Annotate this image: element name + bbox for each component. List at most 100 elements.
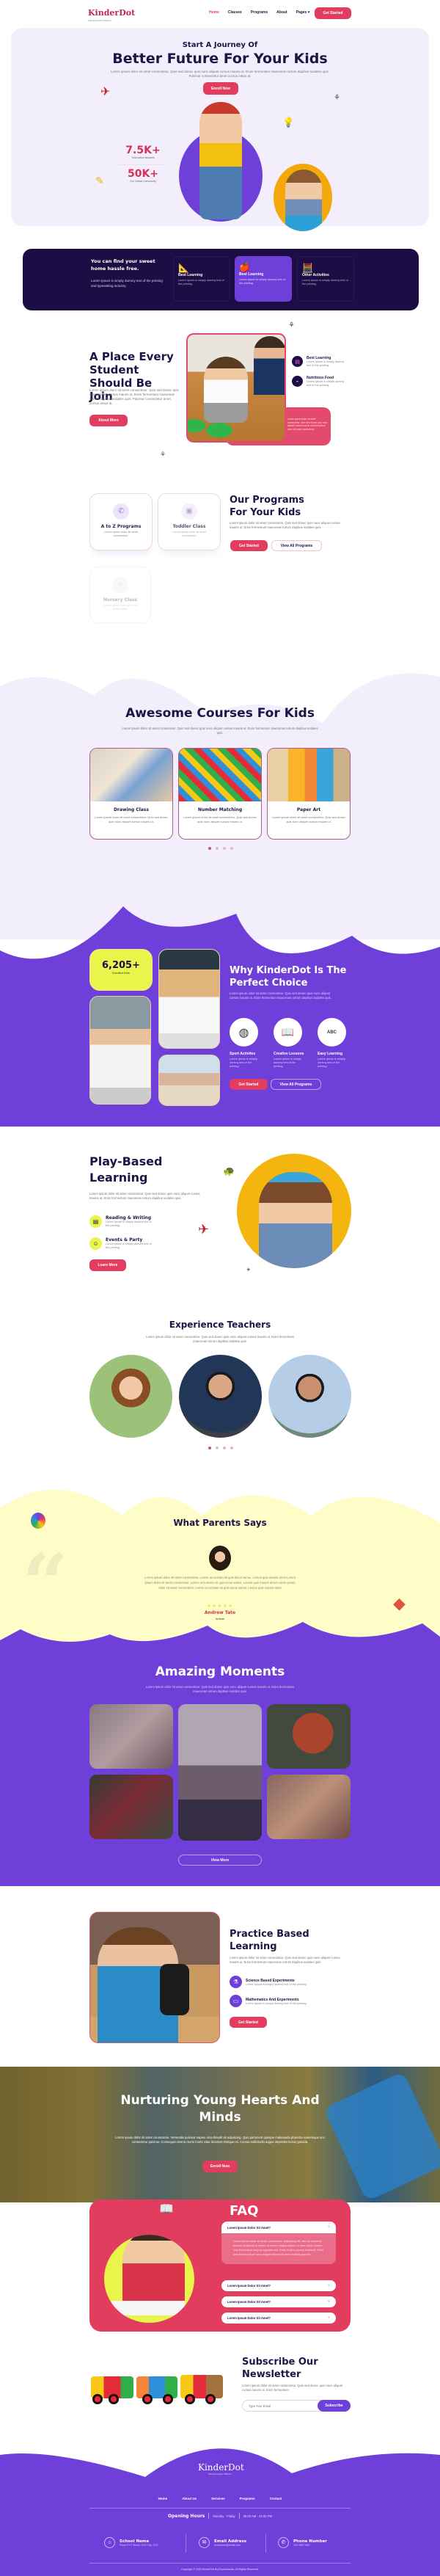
email-input[interactable] [249, 2403, 315, 2409]
program-card-a-to-z[interactable]: ✆ A to Z Programs Lorem ipsum dolor sit … [89, 493, 153, 550]
faq-item-2[interactable]: Lorem Ipsum Dolor Sit Amet? + [221, 2280, 336, 2291]
carousel-dot-active[interactable] [208, 847, 211, 850]
footer-link-programs[interactable]: Programs [240, 2497, 255, 2500]
program-text: Lorem ipsum dolor sit amet consectetur. [103, 604, 137, 611]
why-view-all-programs-button[interactable]: View All Programs [271, 1079, 321, 1090]
logo[interactable]: KinderDot Kids Education Platform [88, 6, 135, 22]
kid-figure-2 [254, 336, 285, 395]
hours-days: Monday - Friday [213, 2514, 235, 2518]
footer-logo[interactable]: KinderDot Kids Education Platform [198, 2462, 244, 2475]
apple-icon: 🍎 [239, 262, 250, 272]
contact-value[interactable]: yourname@email.com [214, 2544, 246, 2547]
nurture-enroll-now-button[interactable]: Enroll Now [202, 2161, 238, 2172]
faq-item-3[interactable]: Lorem Ipsum Dolor Sit Amet? + [221, 2296, 336, 2307]
feature-card-best-learning-active[interactable]: 🍎 Best Learning Lorem Ipsum is simply du… [235, 256, 292, 302]
teacher-photo-1[interactable] [89, 1355, 172, 1438]
teacher-photo-3[interactable] [268, 1355, 351, 1438]
faq-question-row[interactable]: Lorem Ipsum Dolor Sit Amet? + [221, 2222, 336, 2233]
quote-icon: “ [22, 1536, 69, 1631]
join-card-text: Lorem ipsum dolor sit amet consectetur. … [287, 418, 328, 431]
programs-text: Lorem ipsum dolor sit amet consectetur. … [230, 521, 340, 529]
faq-item-1[interactable]: Lorem Ipsum Dolor Sit Amet? + Lorem ipsu… [221, 2222, 336, 2264]
course-image [179, 749, 261, 801]
contact-value[interactable]: 123-4567-890 [293, 2544, 327, 2547]
plus-icon: + [327, 2315, 330, 2321]
program-card-nursery[interactable]: ⌂ Nursery Class Lorem ipsum dolor sit am… [89, 567, 151, 623]
toy-train-image [89, 2369, 225, 2407]
nav-classes[interactable]: Classes [228, 10, 242, 15]
practice-feature-math: ▭ Mathematics And Experiments Lorem Ipsu… [230, 1995, 307, 2007]
food-icon: ◒ [292, 376, 303, 387]
abc-board-icon: ABC [318, 1018, 346, 1047]
get-started-button[interactable]: Get Started [315, 7, 351, 19]
moment-photo-3[interactable] [267, 1704, 351, 1769]
course-card-number-matching[interactable]: Number Matching Lorem ipsum dolor sit am… [178, 748, 262, 840]
enrolled-value: 6,205+ [101, 960, 140, 971]
nav-about[interactable]: About [276, 10, 287, 15]
footer-link-home[interactable]: Home [158, 2497, 168, 2500]
enrolled-stat-card: 6,205+ Enrolled Kids [89, 949, 153, 991]
course-text: Lorem ipsum dolor sit amet consectetur. … [272, 815, 345, 823]
thought-book-icon: 📖 [159, 2203, 174, 2216]
teacher-photo-2[interactable] [179, 1355, 262, 1438]
hours-separator [238, 2513, 240, 2519]
why-photo-molecule-boy [158, 949, 220, 1049]
card-title: Other Activities [302, 273, 329, 277]
carousel-dot[interactable] [230, 847, 233, 850]
practice-get-started-button[interactable]: Get Started [230, 2017, 267, 2028]
carousel-dot[interactable] [216, 1447, 219, 1449]
moment-photo-4[interactable] [89, 1775, 173, 1839]
footer-link-services[interactable]: Services [211, 2497, 225, 2500]
enrolled-label: Enrolled Kids [112, 971, 130, 975]
faq-question: Lorem Ipsum Dolor Sit Amet? [227, 2300, 271, 2304]
view-all-programs-button[interactable]: View All Programs [271, 540, 322, 551]
hero-text: Lorem ipsum dolor sit amet consectetur. … [111, 70, 329, 78]
why-get-started-button[interactable]: Get Started [230, 1079, 268, 1090]
math-book-icon: ▭ [230, 1995, 242, 2007]
moment-photo-2[interactable] [178, 1704, 262, 1841]
feature-card-best-learning[interactable]: 📐 Best Learning Lorem Ipsum is simply du… [173, 256, 230, 302]
learn-more-button[interactable]: Learn More [89, 1259, 126, 1271]
why-feature-text: Lorem Ipsum is simply dummy text of the … [274, 1058, 301, 1068]
feature-card-other-activities[interactable]: 🧮 Other Activities Lorem Ipsum is simply… [297, 256, 354, 302]
practice-feature-science: ⚗ Science Based Experiments Lorem Ipsum … [230, 1976, 307, 1988]
view-more-button[interactable]: View More [178, 1855, 262, 1866]
programs-get-started-button[interactable]: Get Started [230, 540, 268, 551]
carousel-dot[interactable] [223, 847, 226, 850]
about-more-button[interactable]: About More [89, 415, 128, 426]
balloons-doodle-icon-2: ⚘ [160, 451, 166, 458]
carousel-dot[interactable] [216, 847, 219, 850]
subscribe-button[interactable]: Subscribe [318, 2400, 351, 2412]
nav-programs[interactable]: Programs [251, 10, 268, 15]
balloons-doodle-icon: ⚘ [288, 321, 295, 330]
stat-divider [119, 164, 164, 165]
wheel [163, 2394, 173, 2404]
course-card-drawing[interactable]: Drawing Class Lorem ipsum dolor sit amet… [89, 748, 173, 840]
program-card-toddler[interactable]: ▣ Toddler Class Lorem ipsum dolor sit am… [158, 493, 221, 550]
program-text: Lorem ipsum dolor sit amet consectetur. [172, 531, 206, 537]
join-feature-best-learning: ▤ Best Learning Lorem Ipsum is simply du… [292, 356, 349, 368]
moment-photo-5[interactable] [267, 1775, 351, 1839]
courses-text: Lorem ipsum dolor sit amet consectetur. … [122, 727, 318, 735]
footer-link-about[interactable]: About Us [182, 2497, 197, 2500]
enroll-now-button[interactable]: Enroll Now [203, 82, 238, 95]
courses-bottom-wave [0, 906, 440, 972]
carousel-dot-active[interactable] [208, 1447, 211, 1449]
nav-home[interactable]: Home [209, 10, 219, 15]
ruler-icon: 📐 [178, 263, 189, 273]
carousel-dot[interactable] [230, 1447, 233, 1449]
course-card-paper-art[interactable]: Paper Art Lorem ipsum dolor sit amet con… [267, 748, 351, 840]
footer-logo-text: KinderDot [198, 2462, 244, 2473]
contact-value: Plaza XYZ Street, XYZ City, XYZ [120, 2543, 158, 2547]
footer-divider-bottom [89, 2563, 351, 2564]
balloons-icon: ⚘ [334, 94, 340, 102]
carousel-dot[interactable] [223, 1447, 226, 1449]
hours-time: 08:00 AM - 02:00 PM [243, 2514, 272, 2518]
moment-photo-1[interactable] [89, 1704, 173, 1769]
nav-pages[interactable]: Pages ▾ [296, 10, 310, 15]
faq-item-4[interactable]: Lorem Ipsum Dolor Sit Amet? + [221, 2313, 336, 2324]
card-text: Lorem Ipsum is simply dummy text of the … [302, 279, 348, 285]
footer-link-contact[interactable]: Contact [270, 2497, 282, 2500]
moments-text: Lorem ipsum dolor sit amet consectetur. … [145, 1685, 295, 1693]
party-icon: ☺ [89, 1237, 102, 1250]
